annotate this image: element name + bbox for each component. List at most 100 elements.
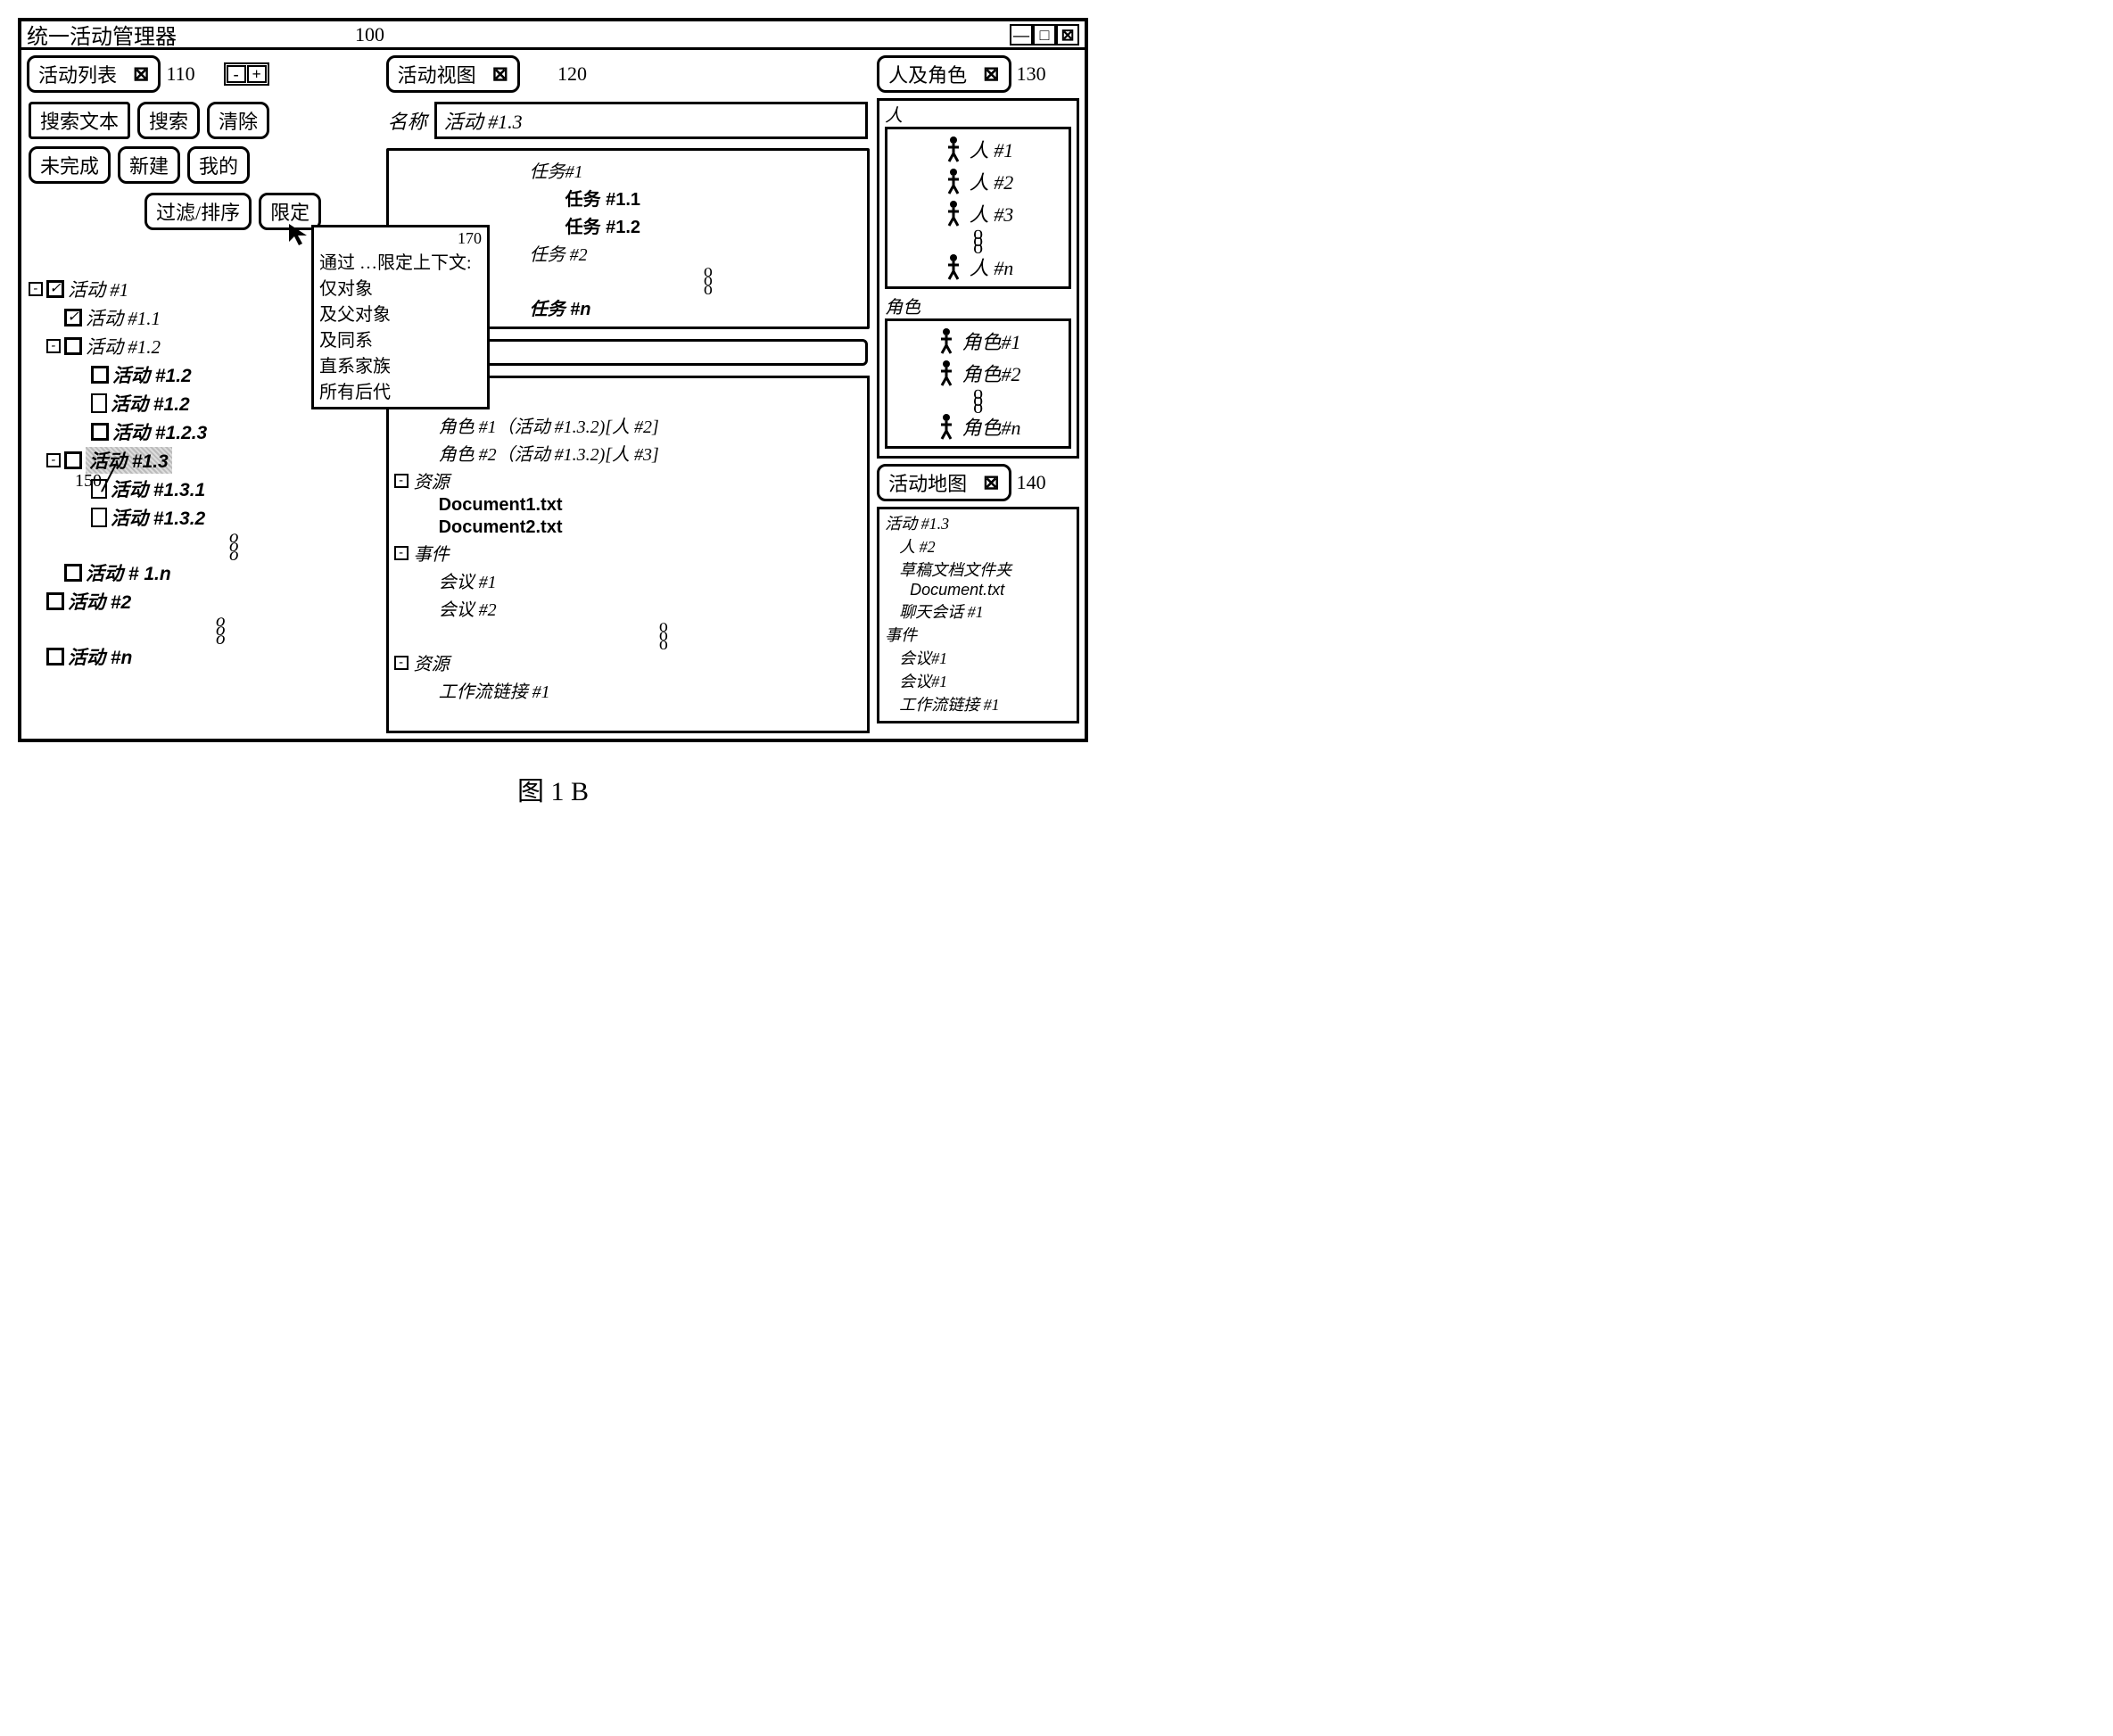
clear-button[interactable]: 清除 [207, 102, 269, 139]
doc-item: Document2.txt [439, 517, 563, 538]
tree-row[interactable]: 活动 #1.2.3 [29, 417, 377, 446]
role-item[interactable]: 角色#n [891, 410, 1065, 442]
ellipsis-icon: ooo [891, 389, 1065, 410]
checkbox-icon[interactable] [46, 648, 64, 665]
checkbox-checked-icon[interactable]: ✓ [46, 280, 64, 298]
tree-label: 活动 #1.2 [112, 361, 192, 388]
ellipsis-icon: ooo [394, 622, 863, 649]
task-item: 任务#1 [396, 156, 861, 184]
collapse-icon[interactable]: - [46, 453, 61, 467]
checkbox-icon[interactable] [46, 592, 64, 610]
tab-close-icon[interactable]: ⊠ [983, 471, 999, 494]
activity-list-tab[interactable]: 活动列表 ⊠ [27, 55, 161, 93]
map-item: Document.txt [885, 581, 1071, 599]
menu-item[interactable]: 所有后代 [319, 377, 482, 403]
person-item[interactable]: 人 #n [891, 251, 1065, 283]
person-item[interactable]: 人 #2 [891, 165, 1065, 197]
tab-close-icon[interactable]: ⊠ [492, 62, 508, 86]
checkbox-checked-icon[interactable]: ✓ [64, 309, 82, 327]
tree-row[interactable]: 活动 #1.3.2 [29, 503, 377, 532]
tab-label: 活动列表 [38, 60, 117, 88]
collapse-icon[interactable]: - [394, 656, 409, 670]
people-panel: 人 人 #1 人 #2 人 #3 ooo 人 #n 角色 角色#1 角色#2 o… [877, 98, 1079, 459]
tree-row[interactable]: 活动 #2 [29, 587, 377, 616]
checkbox-icon[interactable] [91, 423, 109, 441]
minimize-icon[interactable]: — [1010, 24, 1033, 45]
ref-130: 130 [1017, 62, 1046, 86]
details-box: -人及角色 角色 #1（活动 #1.3.2)[人 #2] 角色 #2（活动 #1… [386, 376, 871, 733]
incomplete-button[interactable]: 未完成 [29, 146, 111, 184]
tree-label: 活动 #1.1 [86, 304, 161, 331]
ref-110: 110 [166, 62, 194, 86]
map-item: 会议#1 [885, 646, 1071, 669]
activity-map-tab[interactable]: 活动地图 ⊠ [877, 464, 1011, 501]
person-label: 人 #1 [970, 135, 1014, 163]
close-icon[interactable]: ⊠ [1056, 24, 1079, 45]
checkbox-icon[interactable] [64, 337, 82, 355]
map-item: 聊天会话 #1 [885, 599, 1071, 623]
cursor-icon [287, 222, 314, 249]
collapse-icon[interactable]: - [29, 282, 43, 296]
roles-subheader: 角色 [879, 293, 1077, 318]
role-item[interactable]: 角色#1 [891, 325, 1065, 357]
limit-context-menu: 170 通过 …限定上下文: 仅对象 及父对象 及同系 直系家族 所有后代 [311, 225, 490, 409]
doc-icon[interactable] [91, 393, 107, 413]
tree-row[interactable]: 活动 # 1.n [29, 558, 377, 587]
menu-item[interactable]: 通过 …限定上下文: [319, 248, 482, 274]
role-label: 角色#1 [962, 327, 1021, 355]
right-column: 人及角色 ⊠ 130 人 人 #1 人 #2 人 #3 ooo 人 #n 角色 … [877, 55, 1079, 733]
person-icon [943, 136, 964, 162]
checkbox-icon[interactable] [91, 366, 109, 384]
titlebar: 统一活动管理器 100 — □ ⊠ [21, 21, 1085, 50]
map-item: 人 #2 [885, 534, 1071, 558]
menu-item[interactable]: 直系家族 [319, 351, 482, 377]
people-roles-tab[interactable]: 人及角色 ⊠ [877, 55, 1011, 93]
people-subheader: 人 [879, 101, 1077, 127]
expand-all-icon[interactable]: + [247, 65, 267, 83]
role-item: 角色 #2（活动 #1.3.2)[人 #3] [439, 440, 659, 466]
tree-label: 活动 #1 [68, 276, 128, 302]
doc-icon[interactable] [91, 508, 107, 527]
tree-label: 活动 #1.2 [86, 333, 161, 360]
person-icon [943, 253, 964, 280]
tab-label: 活动地图 [888, 468, 967, 497]
activity-view-tab[interactable]: 活动视图 ⊠ [386, 55, 520, 93]
collapse-icon[interactable]: - [46, 339, 61, 353]
new-button[interactable]: 新建 [118, 146, 180, 184]
role-item: 角色 #1（活动 #1.3.2)[人 #2] [439, 412, 659, 438]
collapse-icon[interactable]: - [394, 474, 409, 488]
collapse-icon[interactable]: - [394, 546, 409, 560]
person-icon [936, 360, 957, 386]
person-icon [936, 327, 957, 354]
tree-label: 活动 #1.2 [111, 390, 190, 417]
checkbox-icon[interactable] [64, 564, 82, 582]
filter-sort-button[interactable]: 过滤/排序 [144, 193, 252, 230]
mine-button[interactable]: 我的 [187, 146, 250, 184]
menu-item[interactable]: 仅对象 [319, 274, 482, 300]
tab-close-icon[interactable]: ⊠ [133, 62, 149, 86]
tab-label: 活动视图 [398, 60, 476, 88]
person-label: 人 #2 [970, 167, 1014, 195]
ref-120: 120 [557, 62, 587, 86]
section-label: 资源 [414, 649, 450, 675]
collapse-all-icon[interactable]: - [227, 65, 246, 83]
map-item: 工作流链接 #1 [885, 692, 1071, 715]
search-text-button[interactable]: 搜索文本 [29, 102, 130, 139]
map-item: 草稿文档文件夹 [885, 558, 1071, 581]
tree-row[interactable]: 活动 #n [29, 642, 377, 671]
person-item[interactable]: 人 #1 [891, 133, 1065, 165]
expand-collapse-toggle[interactable]: - + [224, 62, 269, 86]
alert-field[interactable] [439, 339, 868, 366]
tree-label: 活动 #2 [68, 588, 131, 615]
meeting-item: 会议 #2 [439, 595, 497, 621]
workflow-item: 工作流链接 #1 [439, 677, 550, 703]
search-button[interactable]: 搜索 [137, 102, 200, 139]
doc-item: Document1.txt [439, 495, 563, 516]
menu-item[interactable]: 及父对象 [319, 300, 482, 326]
window-controls: — □ ⊠ [1010, 24, 1079, 45]
maximize-icon[interactable]: □ [1033, 24, 1056, 45]
tab-label: 人及角色 [888, 60, 967, 88]
tab-close-icon[interactable]: ⊠ [983, 62, 999, 86]
name-field[interactable]: 活动 #1.3 [434, 102, 869, 139]
menu-item[interactable]: 及同系 [319, 326, 482, 351]
